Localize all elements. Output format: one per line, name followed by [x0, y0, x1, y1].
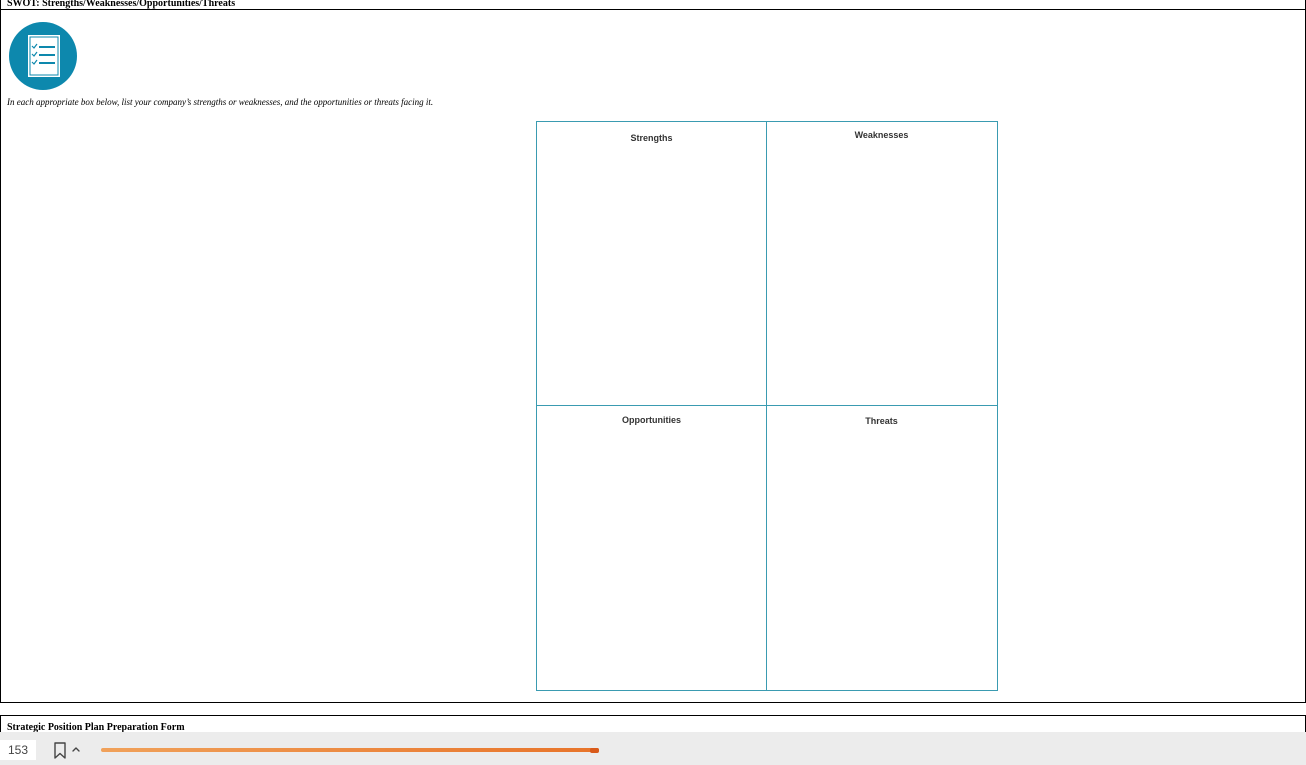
chevron-up-icon[interactable]: [71, 744, 81, 754]
grid-divider-vertical: [766, 122, 767, 690]
page-number-field[interactable]: 153: [0, 740, 36, 760]
bookmark-icon[interactable]: [53, 742, 67, 760]
threats-label: Threats: [865, 416, 898, 426]
instruction-text: In each appropriate box below, list your…: [7, 97, 434, 107]
progress-handle[interactable]: [590, 747, 599, 753]
opportunities-label: Opportunities: [622, 415, 681, 425]
reader-toolbar: 153: [0, 732, 1306, 765]
document-page: SWOT: Strengths/Weaknesses/Opportunities…: [0, 0, 1306, 703]
weaknesses-label: Weaknesses: [854, 130, 909, 140]
progress-fill: [101, 748, 599, 752]
grid-divider-horizontal: [537, 405, 997, 406]
header-rule: [1, 9, 1305, 10]
strengths-label: Strengths: [630, 133, 673, 143]
swot-grid: Strengths Weaknesses Opportunities Threa…: [536, 121, 998, 691]
document-viewer: SWOT: Strengths/Weaknesses/Opportunities…: [0, 0, 1306, 765]
reading-progress-bar[interactable]: [101, 747, 1301, 753]
checklist-document-icon: [9, 22, 77, 90]
